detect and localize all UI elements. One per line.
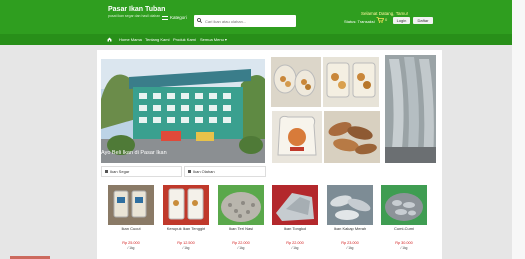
login-button[interactable]: Login	[393, 17, 410, 24]
hero-market-building-image[interactable]	[101, 59, 265, 163]
product-price: Rp 12.500	[177, 241, 195, 245]
dried-fish-image[interactable]	[324, 111, 380, 163]
tab-label: Ikan Segar	[110, 169, 130, 174]
product-image[interactable]	[108, 185, 154, 225]
product-name[interactable]: Cumi-Cumi	[381, 226, 427, 231]
tab-label: Ikan Olahan	[193, 169, 215, 174]
welcome-text: Selamat Datang, Tamu!	[361, 11, 408, 16]
product-name[interactable]: Ikan Teri Nasi	[218, 226, 264, 231]
nav-item-products[interactable]: Produk Kami	[173, 37, 196, 42]
product-name[interactable]: Ikan Cucut	[108, 226, 154, 231]
product-name[interactable]: Ikan Kakap Merah	[322, 226, 378, 231]
packaged-product-image[interactable]	[272, 111, 322, 163]
product-name[interactable]: Kerupuk Ikan Tenggiri	[158, 226, 214, 231]
crackers-bags-image[interactable]	[323, 57, 379, 107]
product-image[interactable]	[272, 185, 318, 225]
product-image[interactable]	[163, 185, 209, 225]
product-image[interactable]	[218, 185, 264, 225]
nav-item-about[interactable]: Tentang Kami	[145, 37, 169, 42]
product-price: Rp 22.000	[286, 241, 304, 245]
main-nav: Home Mama Tentang Kami Produk Kami Semua…	[0, 34, 525, 45]
product-name[interactable]: Ikan Tongkol	[272, 226, 318, 231]
product-price: Rp 23.000	[341, 241, 359, 245]
product-unit: / 1kg	[237, 246, 245, 250]
category-label: Kategori	[170, 15, 187, 20]
brand-tagline: pusat ikan segar dan hasil olahan	[108, 14, 161, 18]
product-price: Rp 25.000	[122, 241, 140, 245]
hamburger-icon	[162, 16, 168, 20]
search-box[interactable]	[194, 15, 296, 27]
product-price: Rp 30.000	[395, 241, 413, 245]
brand-logo[interactable]: Pasar Ikan Tuban pusat ikan segar dan ha…	[108, 6, 165, 19]
product-unit: / 1kg	[346, 246, 354, 250]
category-button[interactable]: Kategori	[162, 15, 187, 20]
cart-icon[interactable]	[376, 17, 384, 23]
nav-item-home[interactable]: Home Mama	[119, 37, 142, 42]
product-unit: / 1kg	[127, 246, 135, 250]
search-icon	[197, 18, 202, 23]
product-price: Rp 22.000	[232, 241, 250, 245]
home-icon[interactable]	[107, 37, 112, 42]
fresh-fish-image[interactable]	[385, 55, 436, 163]
product-unit: / 1kg	[291, 246, 299, 250]
tab-ikan-segar[interactable]: Ikan Segar	[101, 166, 182, 177]
nav-item-all-menu[interactable]: Semua Menu ▾	[200, 37, 227, 42]
crackers-jars-image[interactable]	[271, 57, 321, 107]
product-unit: / 1kg	[182, 246, 190, 250]
brand-name: Pasar Ikan Tuban	[108, 6, 166, 13]
tab-ikan-olahan[interactable]: Ikan Olahan	[184, 166, 266, 177]
hero-caption: Ayo Beli Ikan di Pasar Ikan	[101, 150, 167, 156]
product-image[interactable]	[327, 185, 373, 225]
register-button[interactable]: Daftar	[413, 17, 433, 24]
tab-icon	[188, 170, 191, 173]
search-input[interactable]	[205, 17, 293, 25]
tab-icon	[105, 170, 108, 173]
cart-count-badge: 0	[385, 17, 388, 22]
product-unit: / 1kg	[400, 246, 408, 250]
status-text: Status: Transaksi	[344, 19, 375, 24]
product-image[interactable]	[381, 185, 427, 225]
window-edge	[512, 0, 525, 259]
top-header: Pasar Ikan Tuban pusat ikan segar dan ha…	[0, 0, 525, 34]
